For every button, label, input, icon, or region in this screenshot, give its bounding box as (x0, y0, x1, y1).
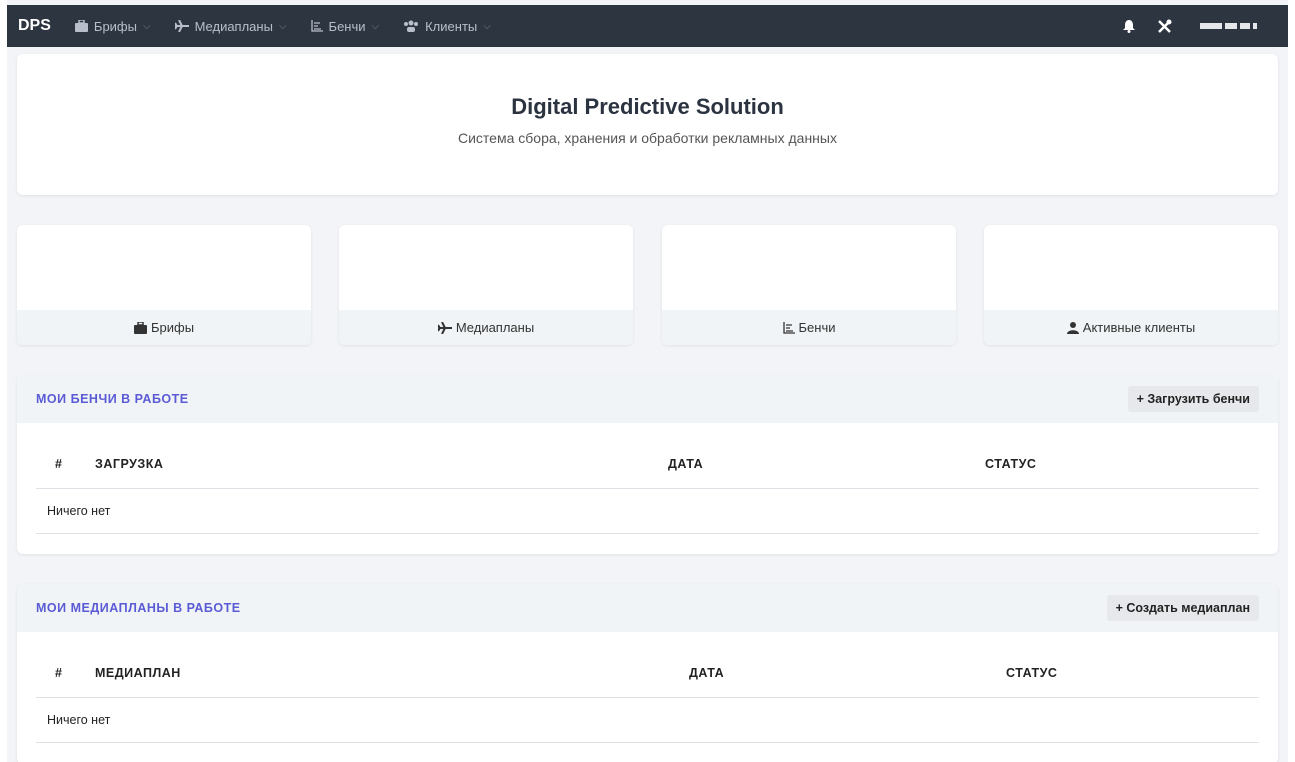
plane-icon (174, 20, 189, 32)
stat-card-active-clients[interactable]: Активные клиенты (984, 225, 1278, 345)
column-header[interactable]: # (36, 632, 95, 698)
brand-logo[interactable]: DPS (18, 17, 51, 35)
chevron-down-icon: ⌵ (142, 20, 151, 32)
table-row: Ничего нет (36, 697, 1259, 743)
user-icon (1066, 321, 1079, 334)
chevron-down-icon: ⌵ (483, 20, 491, 32)
table-row: Ничего нет (36, 488, 1259, 534)
stat-value (339, 225, 633, 310)
column-header[interactable]: ДАТА (668, 423, 985, 489)
nav-item-label: Клиенты (425, 18, 478, 34)
table-header-row: # МЕДИАПЛАН ДАТА СТАТУС (36, 632, 1259, 698)
stat-label-row: Брифы (17, 310, 311, 345)
frame-left (0, 0, 7, 762)
chevron-down-icon: ⌵ (371, 20, 380, 32)
benchi-panel: МОИ БЕНЧИ В РАБОТЕ + Загрузить бенчи # З… (17, 375, 1278, 554)
column-header[interactable]: МЕДИАПЛАН (95, 632, 689, 698)
hero-card: Digital Predictive Solution Система сбор… (17, 54, 1278, 195)
page-subtitle: Система сбора, хранения и обработки рекл… (458, 130, 837, 146)
stat-value (17, 225, 311, 310)
benchi-table: # ЗАГРУЗКА ДАТА СТАТУС Ничего нет (36, 423, 1259, 534)
nav-item-briefs[interactable]: Брифы ⌵ (74, 18, 151, 34)
column-header[interactable]: # (36, 423, 95, 489)
nav-item-mediaplans[interactable]: Медиапланы ⌵ (174, 18, 287, 34)
stat-label: Бенчи (798, 320, 836, 335)
stat-value (662, 225, 956, 310)
column-header[interactable]: ДАТА (689, 632, 1006, 698)
nav-item-label: Брифы (93, 18, 137, 34)
mediaplan-table: # МЕДИАПЛАН ДАТА СТАТУС Ничего нет (36, 632, 1259, 743)
nav-item-label: Бенчи (328, 18, 366, 34)
upload-benchi-button[interactable]: + Загрузить бенчи (1127, 386, 1259, 412)
stat-value (984, 225, 1278, 310)
stat-label-row: Бенчи (662, 310, 956, 345)
tools-icon[interactable] (1157, 19, 1172, 34)
panel-header: МОИ МЕДИАПЛАНЫ В РАБОТЕ + Создать медиап… (17, 584, 1278, 632)
chevron-down-icon: ⌵ (278, 20, 287, 32)
frame-right (1288, 0, 1295, 762)
bell-icon[interactable] (1123, 19, 1135, 33)
panel-header: МОИ БЕНЧИ В РАБОТЕ + Загрузить бенчи (17, 375, 1278, 423)
mediaplan-panel: МОИ МЕДИАПЛАНЫ В РАБОТЕ + Создать медиап… (17, 584, 1278, 762)
stat-card-benchi[interactable]: Бенчи (662, 225, 956, 345)
top-navbar: DPS Брифы ⌵ Медиапланы ⌵ Бенчи ⌵ Клиенты… (7, 5, 1288, 47)
column-header[interactable]: СТАТУС (1006, 632, 1259, 698)
column-header[interactable]: СТАТУС (985, 423, 1259, 489)
users-icon (404, 20, 419, 32)
stat-label-row: Активные клиенты (984, 310, 1278, 345)
stat-card-mediaplans[interactable]: Медиапланы (339, 225, 633, 345)
user-menu[interactable] (1200, 23, 1270, 29)
create-mediaplan-button[interactable]: + Создать медиаплан (1106, 595, 1259, 621)
stat-label: Брифы (150, 320, 195, 335)
plane-icon (437, 321, 452, 334)
chart-icon (782, 321, 795, 334)
briefcase-icon (74, 20, 88, 32)
column-header[interactable]: ЗАГРУЗКА (95, 423, 668, 489)
panel-title: МОИ БЕНЧИ В РАБОТЕ (36, 392, 189, 406)
nav-right (1101, 19, 1270, 34)
chart-icon (310, 20, 323, 32)
stat-label: Активные клиенты (1082, 320, 1196, 335)
nav-item-label: Медиапланы (194, 18, 273, 34)
briefcase-icon (133, 321, 147, 334)
stat-label: Медиапланы (455, 320, 535, 335)
nav-item-benchi[interactable]: Бенчи ⌵ (310, 18, 380, 34)
table-header-row: # ЗАГРУЗКА ДАТА СТАТУС (36, 423, 1259, 489)
empty-message: Ничего нет (36, 488, 1259, 534)
empty-message: Ничего нет (36, 697, 1259, 743)
nav-item-clients[interactable]: Клиенты ⌵ (403, 19, 491, 34)
panel-title: МОИ МЕДИАПЛАНЫ В РАБОТЕ (36, 601, 241, 615)
stat-card-briefs[interactable]: Брифы (17, 225, 311, 345)
page-title: Digital Predictive Solution (511, 94, 784, 119)
stat-label-row: Медиапланы (339, 310, 633, 345)
